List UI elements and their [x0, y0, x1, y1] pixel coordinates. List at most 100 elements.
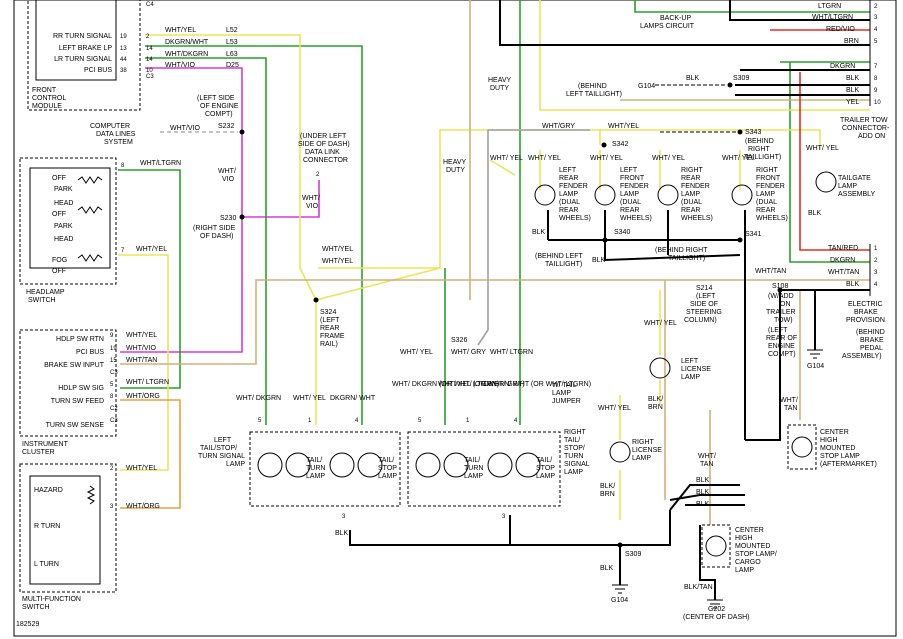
- right-rear-fender-label: RIGHT REAR FENDER LAMP (DUAL REAR WHEELS…: [681, 167, 713, 222]
- data-lines-wire: WHT/VIO: [170, 125, 200, 132]
- wht-tan-right: WHT/TAN: [755, 268, 786, 275]
- fcm-wire-code-2: L53: [226, 39, 238, 46]
- computer-data-lines-3: SYSTEM: [104, 139, 133, 146]
- chmsl-after-2: HIGH: [820, 437, 838, 444]
- tt-pin-3: 4: [874, 27, 878, 33]
- s108-1: S108: [772, 283, 788, 290]
- chmsl-cargo-lamp: [701, 524, 731, 568]
- lrf-3: FENDER: [559, 183, 588, 190]
- jumper-wire-2: WHT/ GRY: [451, 349, 486, 356]
- tt-wire-4: BRN: [844, 38, 859, 45]
- left-license-3: LAMP: [681, 374, 700, 381]
- ic-conn-3: C3: [110, 418, 118, 424]
- blk-stack-1: BLK: [696, 477, 710, 484]
- right-tail-label-4: TURN: [564, 453, 583, 460]
- tailgate-lamp-icon: [815, 171, 837, 193]
- hs-pos-8: OFF: [52, 268, 66, 275]
- hs-wire-7: WHT/YEL: [136, 246, 167, 253]
- chmsl-after-1: CENTER: [820, 429, 849, 436]
- lrf-6: REAR: [559, 207, 578, 214]
- ic-wire-1: WHT/YEL: [126, 332, 157, 339]
- hs-pos-3: HEAD: [54, 200, 73, 207]
- fcm-cav-3: 14: [146, 57, 153, 63]
- hs-pos-2: PARK: [54, 186, 73, 193]
- ground-icon-g104: [612, 584, 628, 594]
- left-tail-turn-1: TAIL/: [306, 457, 322, 464]
- lff-4: LAMP: [620, 191, 639, 198]
- lff-7: WHEELS): [620, 215, 652, 222]
- eb-4: (BEHIND: [856, 329, 885, 336]
- ic-pin-5: 8: [110, 394, 114, 400]
- chmsl-cargo-3: MOUNTED: [735, 543, 770, 550]
- chmsl-wire-1: WHT/: [698, 453, 716, 460]
- data-link-2: SIDE OF DASH): [298, 141, 350, 148]
- tt-wire-7: BLK: [846, 87, 860, 94]
- tt-wire-6: BLK: [846, 75, 860, 82]
- tailgate-blk: BLK: [808, 210, 822, 217]
- rff-1: RIGHT: [756, 167, 779, 174]
- chmsl-cargo-2: HIGH: [735, 535, 753, 542]
- tailgate-3: ASSEMBLY: [838, 191, 876, 198]
- instrument-cluster: HDLP SW RTN PCI BUS BRAKE SW INPUT HDLP …: [19, 329, 118, 456]
- left-side-engine-3: COMPT): [205, 111, 233, 118]
- behind-right-tl-2: RIGHT: [748, 146, 771, 153]
- right-tail-pin-2: 1: [466, 418, 470, 424]
- tt-pin-1: 2: [874, 4, 878, 10]
- tt-wire-3: RED/VIO: [826, 26, 855, 33]
- ic-conn-1: C3: [110, 370, 118, 376]
- right-tail-label-5: SIGNAL: [564, 461, 590, 468]
- heavy-duty-1b: DUTY: [490, 85, 509, 92]
- fcm-wire-color-3: WHT/DKGRN: [165, 51, 208, 58]
- trailer-connector-lower: TAN/RED 1 DKGRN 2 WHT/TAN 3 BLK 4: [828, 244, 878, 296]
- lrf-wire: WHT/ YEL: [528, 155, 561, 162]
- right-side-dash-2: OF DASH): [200, 233, 233, 240]
- rrf-7: WHEELS): [681, 215, 713, 222]
- right-tail-pin-1: 5: [418, 418, 422, 424]
- lrf-1: LEFT: [559, 167, 577, 174]
- multi-function-switch: HAZARD R TURN L TURN 2 3 MULTI-FUNCTION …: [19, 463, 117, 611]
- hs-label-2: SWITCH: [28, 297, 56, 304]
- tl-wire-2: DKGRN: [830, 257, 855, 264]
- left-tail-stop-2: STOP: [378, 465, 397, 472]
- s340-splice: [602, 237, 608, 243]
- fcm-wire-color-4: WHT/VIO: [165, 62, 195, 69]
- lff-3: FENDER: [620, 183, 649, 190]
- right-tail-label-3: STOP/: [564, 445, 585, 452]
- ic-pin-name-6: TURN SW SENSE: [46, 422, 105, 429]
- fcm-cav-4: 10: [146, 68, 153, 74]
- mfs-pin-2: 3: [110, 504, 114, 510]
- mfs-label-2: SWITCH: [22, 604, 50, 611]
- chmsl-cargo-5: CARGO: [735, 559, 761, 566]
- behind-left-tl-1: (BEHIND: [578, 83, 607, 90]
- lrf-blk: BLK: [532, 229, 546, 236]
- eb-7: ASSEMBLY): [842, 353, 882, 360]
- fcm-label-1: FRONT: [32, 87, 57, 94]
- hs-pin8: 8: [121, 163, 125, 169]
- left-tail-pin-1: 5: [258, 418, 262, 424]
- heavy-duty-wire: WHT/ YEL: [490, 155, 523, 162]
- fcm-cav-2: 14: [146, 46, 153, 52]
- right-license-blk-2: BRN: [600, 491, 615, 498]
- rrf-5: (DUAL: [681, 199, 702, 206]
- right-rear-fender-lamp-icon: [657, 184, 679, 206]
- chmsl-cargo-6: LAMP: [735, 567, 754, 574]
- computer-data-lines-2: DATA LINES: [96, 131, 136, 138]
- hs-label-1: HEADLAMP: [26, 289, 65, 296]
- fcm-c3: C3: [146, 74, 154, 80]
- s108-4: TRAILER: [766, 309, 796, 316]
- data-link-3: DATA LINK: [305, 149, 340, 156]
- g202-1: G202: [708, 606, 725, 613]
- s341-label: S341: [745, 231, 761, 238]
- rrf-3: FENDER: [681, 183, 710, 190]
- left-tail-label-4: LAMP: [226, 461, 245, 468]
- ic-pin-name-3: BRAKE SW INPUT: [44, 362, 105, 369]
- behind-right-tl2-2: TAILLIGHT): [668, 255, 705, 262]
- chmsl-after-4: STOP LAMP: [820, 453, 860, 460]
- fcm-wire-color-1: WHT/YEL: [165, 27, 196, 34]
- rff-2: FRONT: [756, 175, 781, 182]
- ic-wire-2: WHT/VIO: [126, 345, 156, 352]
- right-front-fender-label: RIGHT FRONT FENDER LAMP (DUAL REAR WHEEL…: [756, 167, 788, 222]
- left-tail-wire-1: WHT/ DKGRN: [236, 395, 281, 402]
- right-side-dash-1: (RIGHT SIDE: [193, 225, 236, 232]
- s324-5: RAIL): [320, 341, 338, 348]
